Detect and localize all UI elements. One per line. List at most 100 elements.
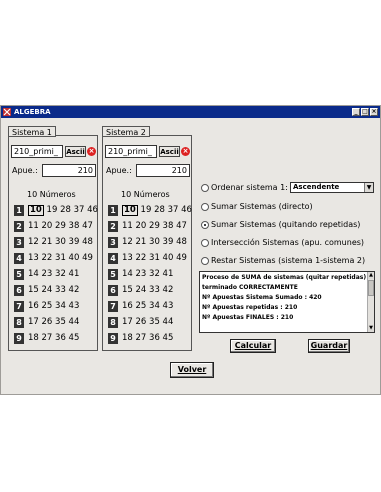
- title-bar[interactable]: ALGEBRA _ □ ×: [1, 106, 380, 118]
- row-index-box: 5: [14, 269, 24, 280]
- sistema-2-clear-icon[interactable]: ×: [181, 147, 190, 156]
- ordenar-radio[interactable]: [201, 184, 209, 192]
- row-index-box: 5: [108, 269, 118, 280]
- row-numbers: 11 20 29 38 47: [122, 221, 187, 232]
- row-numbers: 15 24 33 42: [122, 285, 173, 296]
- row-numbers-text: 14 23 32 41: [28, 269, 80, 279]
- calcular-button[interactable]: Calcular: [230, 339, 276, 353]
- row-index-box: 8: [108, 317, 118, 328]
- sistema-2-apue-field[interactable]: 210: [136, 164, 190, 177]
- sistema-1-file-field[interactable]: 210_primi_: [11, 145, 63, 158]
- row-index-box: 3: [14, 237, 24, 248]
- row-numbers-text: 13 22 31 40 49: [28, 253, 93, 263]
- scroll-down-icon[interactable]: ▼: [368, 325, 374, 332]
- row-numbers: 11 20 29 38 47: [28, 221, 93, 232]
- row-numbers: 15 24 33 42: [28, 285, 79, 296]
- calcular-button-label: Calcular: [234, 341, 272, 350]
- sistema-1-numbers-title: 10 Números: [27, 190, 76, 199]
- row-numbers-text: 14 23 32 41: [122, 269, 174, 279]
- row-numbers-text: 11 20 29 38 47: [28, 221, 93, 231]
- highlighted-number: 10: [122, 205, 138, 216]
- sistema-1-label: Sistema 1: [8, 126, 56, 137]
- guardar-button-label: Guardar: [310, 341, 348, 350]
- sistema-1-apue-label: Apue.:: [12, 166, 38, 175]
- result-line: terminado CORRECTAMENTE: [202, 284, 298, 291]
- row-numbers-text: 17 26 35 44: [28, 317, 80, 327]
- sistema-1-ascii-button[interactable]: Ascii: [65, 146, 86, 157]
- result-lines: Proceso de SUMA de sistemas (quitar repe…: [200, 273, 366, 323]
- row-numbers-text: 11 20 29 38 47: [122, 221, 187, 231]
- guardar-button[interactable]: Guardar: [308, 339, 350, 353]
- sistema-2-label: Sistema 2: [102, 126, 150, 137]
- row-numbers: 16 25 34 43: [122, 301, 173, 312]
- ordenar-select[interactable]: Ascendente ▼: [290, 182, 374, 193]
- row-numbers: 17 26 35 44: [28, 317, 79, 328]
- row-numbers-text: 16 25 34 43: [122, 301, 174, 311]
- row-index-box: 6: [108, 285, 118, 296]
- row-index-box: 7: [108, 301, 118, 312]
- row-numbers-text: 15 24 33 42: [28, 285, 80, 295]
- sumar-quitando-label: Sumar Sistemas (quitando repetidas): [211, 220, 361, 229]
- sumar-quitando-radio[interactable]: [201, 221, 209, 229]
- row-index-box: 1: [108, 205, 118, 216]
- volver-button[interactable]: Volver: [170, 362, 214, 378]
- row-numbers: 12 21 30 39 48: [28, 237, 93, 248]
- sistema-2-file-field[interactable]: 210_primi_: [105, 145, 157, 158]
- scroll-thumb[interactable]: [368, 280, 374, 296]
- row-numbers-text: 19 28 37 46: [46, 205, 98, 215]
- row-numbers: 10 19 28 37 46: [122, 205, 192, 216]
- row-numbers: 17 26 35 44: [122, 317, 173, 328]
- row-numbers: 14 23 32 41: [122, 269, 173, 280]
- result-line: Nº Apuestas repetidas : 210: [202, 304, 298, 311]
- row-numbers-text: 15 24 33 42: [122, 285, 174, 295]
- scroll-up-icon[interactable]: ▲: [368, 272, 374, 279]
- row-numbers-text: 18 27 36 45: [122, 333, 174, 343]
- window-title: ALGEBRA: [14, 108, 51, 116]
- highlighted-number: 10: [28, 205, 44, 216]
- sistema-2-group: Sistema 2 210_primi_ Ascii × Apue.: 2 10 …: [102, 126, 192, 351]
- restar-label: Restar Sistemas (sistema 1-sistema 2): [211, 256, 366, 265]
- row-index-box: 9: [108, 333, 118, 344]
- result-scrollbar[interactable]: ▲ ▼: [367, 272, 374, 332]
- row-index-box: 4: [14, 253, 24, 264]
- row-index-box: 7: [14, 301, 24, 312]
- row-numbers: 18 27 36 45: [122, 333, 173, 344]
- volver-button-label: Volver: [177, 365, 207, 374]
- minimize-button[interactable]: _: [352, 108, 360, 116]
- row-numbers: 18 27 36 45: [28, 333, 79, 344]
- row-numbers: 12 21 30 39 48: [122, 237, 187, 248]
- row-index-box: 4: [108, 253, 118, 264]
- row-numbers-text: 12 21 30 39 48: [122, 237, 187, 247]
- sistema-1-clear-icon[interactable]: ×: [87, 147, 96, 156]
- result-line: Proceso de SUMA de sistemas (quitar repe…: [202, 274, 367, 281]
- restar-radio[interactable]: [201, 257, 209, 265]
- row-numbers: 13 22 31 40 49: [28, 253, 93, 264]
- result-line: Nº Apuestas FINALES : 210: [202, 314, 294, 321]
- sumar-directo-radio[interactable]: [201, 203, 209, 211]
- row-numbers-text: 19 28 37 46: [140, 205, 192, 215]
- row-index-box: 6: [14, 285, 24, 296]
- row-numbers: 10 19 28 37 46: [28, 205, 98, 216]
- result-textarea[interactable]: Proceso de SUMA de sistemas (quitar repe…: [199, 271, 375, 333]
- row-numbers-text: 18 27 36 45: [28, 333, 80, 343]
- row-index-box: 9: [14, 333, 24, 344]
- ordenar-label: Ordenar sistema 1:: [211, 183, 288, 192]
- row-numbers: 13 22 31 40 49: [122, 253, 187, 264]
- row-index-box: 8: [14, 317, 24, 328]
- sistema-2-numbers-title: 10 Números: [121, 190, 170, 199]
- row-index-box: 3: [108, 237, 118, 248]
- chevron-down-icon[interactable]: ▼: [364, 183, 373, 192]
- row-index-box: 2: [14, 221, 24, 232]
- row-numbers-text: 17 26 35 44: [122, 317, 174, 327]
- row-index-box: 2: [108, 221, 118, 232]
- interseccion-radio[interactable]: [201, 239, 209, 247]
- row-numbers: 16 25 34 43: [28, 301, 79, 312]
- result-line: Nº Apuestas Sistema Sumado : 420: [202, 294, 322, 301]
- sistema-1-apue-field[interactable]: 210: [42, 164, 96, 177]
- sistema-1-group: Sistema 1 210_primi_ Ascii × Apue.: 2 10 …: [8, 126, 98, 351]
- sumar-directo-label: Sumar Sistemas (directo): [211, 202, 313, 211]
- row-numbers: 14 23 32 41: [28, 269, 79, 280]
- close-button[interactable]: ×: [370, 108, 378, 116]
- sistema-2-ascii-button[interactable]: Ascii: [159, 146, 180, 157]
- maximize-button[interactable]: □: [361, 108, 369, 116]
